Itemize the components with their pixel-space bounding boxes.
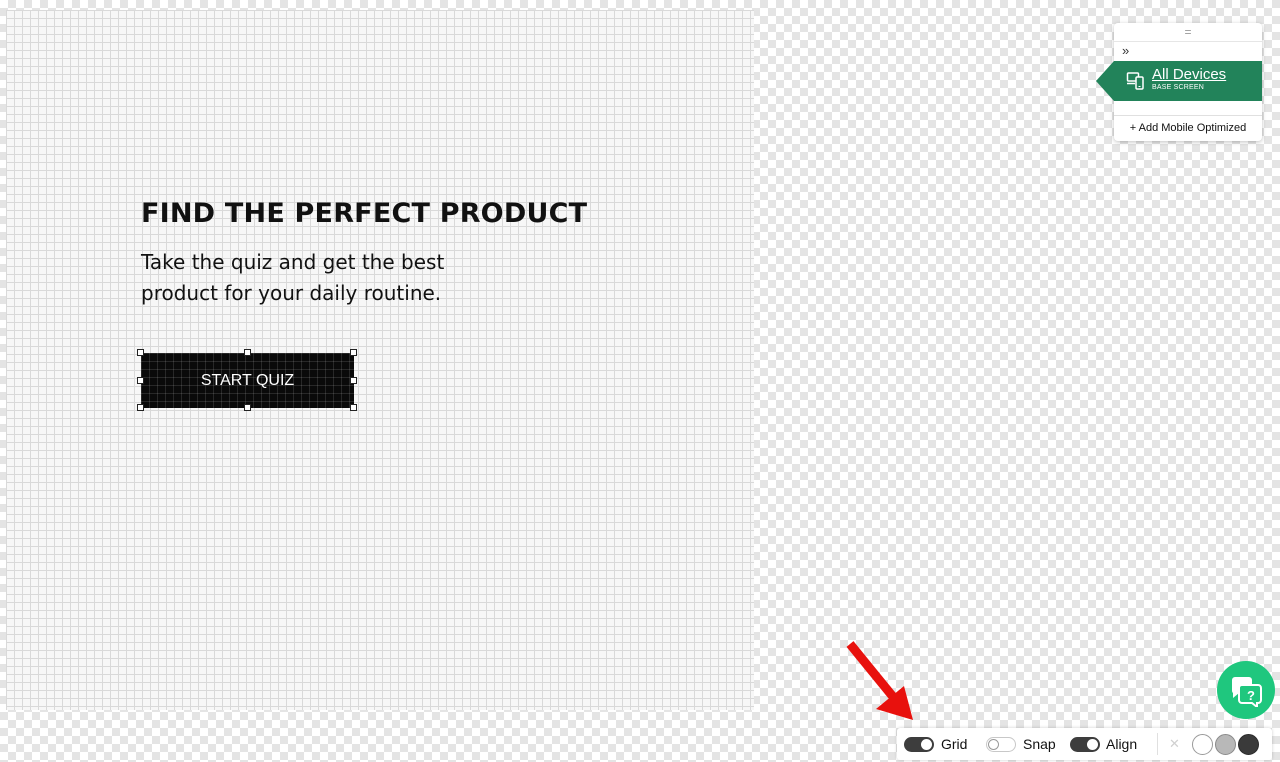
resize-handle-bottom-center[interactable] xyxy=(244,404,251,411)
add-mobile-optimized-button[interactable]: + Add Mobile Optimized xyxy=(1114,119,1262,137)
start-quiz-button[interactable]: START QUIZ xyxy=(141,353,354,408)
device-subtitle: BASE SCREEN xyxy=(1152,84,1204,91)
panel-drag-handle[interactable]: = xyxy=(1114,23,1262,42)
design-canvas[interactable]: FIND THE PERFECT PRODUCT Take the quiz a… xyxy=(6,10,754,710)
panel-divider xyxy=(1114,115,1262,116)
red-arrow-icon xyxy=(840,636,920,729)
resize-handle-bottom-left[interactable] xyxy=(137,404,144,411)
resize-handle-bottom-right[interactable] xyxy=(350,404,357,411)
align-toggle[interactable] xyxy=(1070,737,1100,752)
resize-handle-top-center[interactable] xyxy=(244,349,251,356)
canvas-toolbar: Grid Snap Align ✕ xyxy=(897,728,1272,760)
resize-handle-middle-left[interactable] xyxy=(137,377,144,384)
devices-icon xyxy=(1126,71,1146,96)
chat-help-icon: ? xyxy=(1231,677,1262,707)
resize-handle-top-left[interactable] xyxy=(137,349,144,356)
swatch-white[interactable] xyxy=(1192,734,1213,755)
grid-toggle-knob xyxy=(921,739,932,750)
clear-background-icon[interactable]: ✕ xyxy=(1169,737,1180,751)
panel-expand-icon[interactable]: » xyxy=(1122,42,1129,60)
snap-toggle-knob xyxy=(988,739,999,750)
page-headline[interactable]: FIND THE PERFECT PRODUCT xyxy=(141,198,587,229)
grid-toggle-label[interactable]: Grid xyxy=(941,736,967,752)
toolbar-divider xyxy=(1157,733,1158,755)
snap-toggle[interactable] xyxy=(986,737,1016,752)
swatch-dark[interactable] xyxy=(1238,734,1259,755)
grid-toggle[interactable] xyxy=(904,737,934,752)
swatch-gray[interactable] xyxy=(1215,734,1236,755)
page-subheadline[interactable]: Take the quiz and get the best product f… xyxy=(141,247,501,309)
help-chat-button[interactable]: ? xyxy=(1217,661,1275,719)
device-title: All Devices xyxy=(1152,66,1227,83)
editor-stage: FIND THE PERFECT PRODUCT Take the quiz a… xyxy=(0,0,1280,762)
svg-text:?: ? xyxy=(1247,688,1255,703)
snap-toggle-label[interactable]: Snap xyxy=(1023,736,1056,752)
device-panel: = » All Devices BASE SCREEN + Add Mobile… xyxy=(1096,23,1262,141)
device-tab-all-devices[interactable]: All Devices BASE SCREEN xyxy=(1096,61,1262,101)
resize-handle-top-right[interactable] xyxy=(350,349,357,356)
align-toggle-knob xyxy=(1087,739,1098,750)
resize-handle-middle-right[interactable] xyxy=(350,377,357,384)
selected-element-frame[interactable]: START QUIZ xyxy=(137,349,357,411)
align-toggle-label[interactable]: Align xyxy=(1106,736,1137,752)
